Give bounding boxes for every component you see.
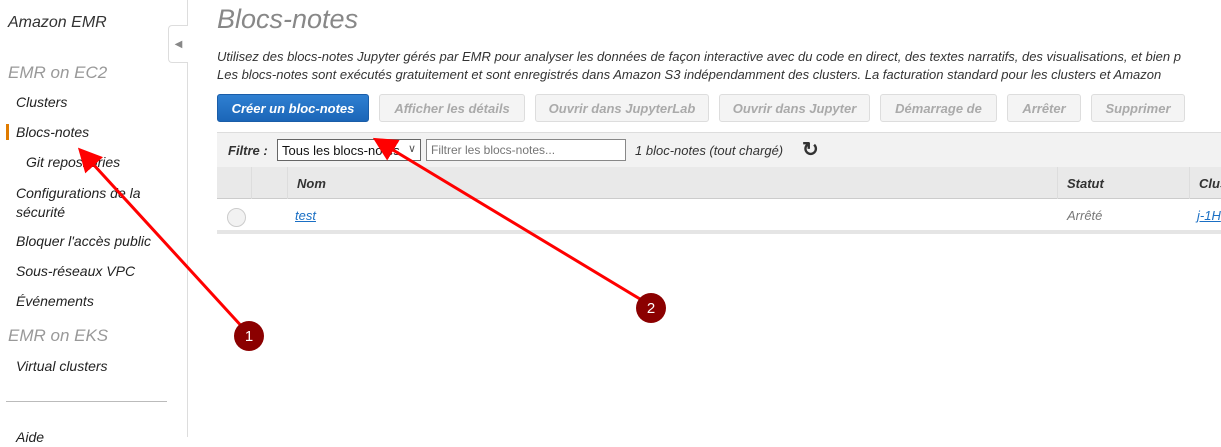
section-emr-on-ec2: EMR on EC2: [8, 63, 108, 82]
delete-button[interactable]: Supprimer: [1091, 94, 1185, 122]
expand-column-header: [251, 167, 287, 199]
open-jupyter-button[interactable]: Ouvrir dans Jupyter: [719, 94, 870, 122]
notebook-status: Arrêté: [1067, 208, 1103, 223]
open-jupyterlab-button[interactable]: Ouvrir dans JupyterLab: [535, 94, 709, 122]
cluster-column-header[interactable]: Clus: [1189, 167, 1221, 199]
sidebar-item-virtual-clusters[interactable]: Virtual clusters: [16, 357, 108, 376]
sidebar-item-vpc-subnets[interactable]: Sous-réseaux VPC: [16, 262, 135, 281]
page-title: Blocs-notes: [217, 4, 359, 34]
sidebar-item-clusters[interactable]: Clusters: [16, 93, 67, 112]
notebook-count: 1 bloc-notes (tout chargé): [635, 143, 784, 158]
sidebar-item-block-public-access[interactable]: Bloquer l'accès public: [16, 232, 151, 251]
row-radio[interactable]: [227, 208, 246, 227]
sidebar-divider: [6, 401, 167, 402]
status-column-header[interactable]: Statut: [1057, 167, 1189, 199]
view-details-button[interactable]: Afficher les détails: [379, 94, 525, 122]
table-header: Nom Statut Clus: [217, 167, 1221, 199]
table-row[interactable]: test Arrêté j-1H: [217, 199, 1221, 234]
refresh-icon[interactable]: ↻: [802, 137, 819, 162]
description-line: Utilisez des blocs-notes Jupyter gérés p…: [217, 49, 1181, 64]
annotation-marker-1: 1: [234, 321, 264, 351]
chevron-left-icon: ◀: [174, 38, 183, 50]
select-column-header: [217, 167, 251, 199]
notebook-name-link[interactable]: test: [295, 208, 316, 223]
sidebar-item-security-configurations[interactable]: Configurations de la sécurité: [16, 184, 156, 222]
cluster-link[interactable]: j-1H: [1197, 208, 1221, 223]
filter-select-value: Tous les blocs-notes: [282, 143, 400, 158]
filter-bar: Filtre : Tous les blocs-notes ∨ 1 bloc-no…: [217, 132, 1221, 167]
filter-input[interactable]: [426, 139, 626, 161]
sidebar-item-events[interactable]: Événements: [16, 292, 94, 311]
chevron-down-icon: ∨: [407, 143, 416, 155]
section-emr-on-eks: EMR on EKS: [8, 326, 109, 345]
sidebar-item-notebooks[interactable]: Blocs-notes: [5, 123, 89, 142]
description-line: Les blocs-notes sont exécutés gratuiteme…: [217, 67, 1162, 82]
brand-title: Amazon EMR: [8, 14, 107, 31]
filter-select[interactable]: Tous les blocs-notes ∨: [277, 139, 421, 161]
annotation-marker-2: 2: [636, 293, 666, 323]
sidebar-item-help[interactable]: Aide: [16, 428, 44, 447]
filter-label: Filtre :: [228, 143, 268, 158]
collapse-sidebar-button[interactable]: ◀: [168, 25, 188, 63]
stop-button[interactable]: Arrêter: [1007, 94, 1081, 122]
sidebar-item-git-repositories[interactable]: Git repositories: [26, 153, 120, 172]
sidebar: Amazon EMR EMR on EC2 Clusters Blocs-not…: [0, 0, 188, 445]
create-notebook-button[interactable]: Créer un bloc-notes: [217, 94, 369, 122]
start-button[interactable]: Démarrage de: [880, 94, 997, 122]
name-column-header[interactable]: Nom: [287, 167, 1057, 199]
